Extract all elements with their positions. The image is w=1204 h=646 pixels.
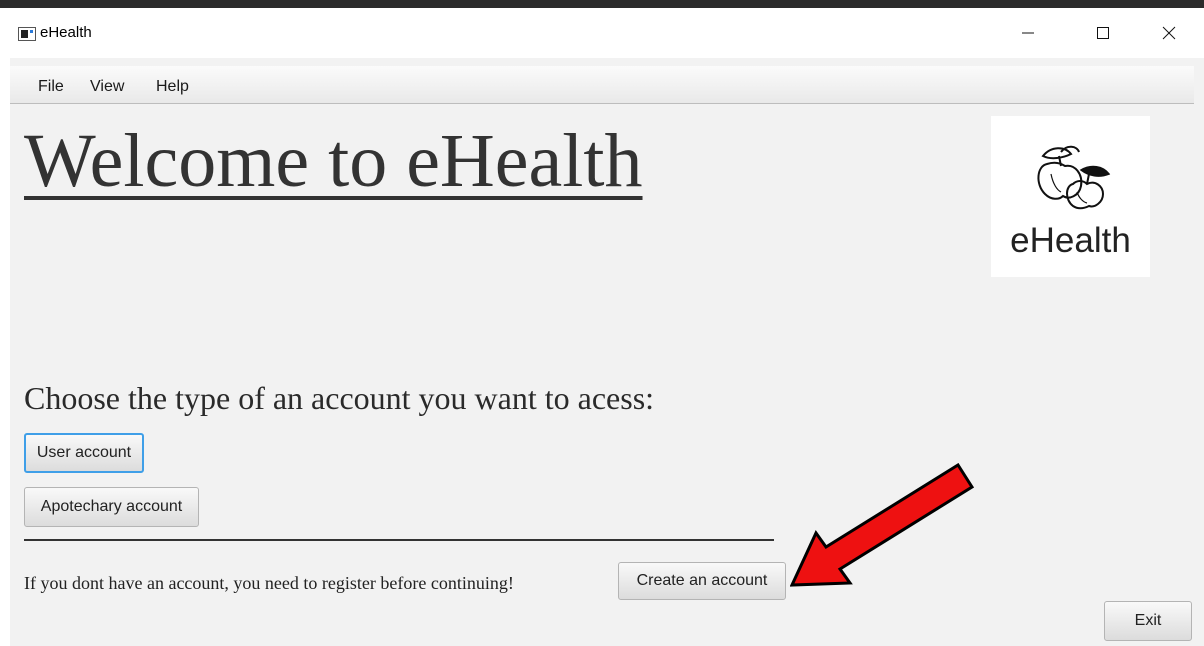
exit-button[interactable]: Exit (1104, 601, 1192, 641)
minimize-icon (1022, 32, 1034, 34)
register-hint: If you dont have an account, you need to… (24, 573, 514, 593)
screen-top-strip (0, 0, 1204, 8)
close-button[interactable] (1146, 8, 1192, 58)
user-account-button[interactable]: User account (24, 433, 144, 473)
red-arrow-icon (790, 463, 975, 587)
window-title: eHealth (40, 24, 92, 41)
apotechary-account-button[interactable]: Apotechary account (24, 487, 199, 527)
apples-icon (1037, 145, 1111, 210)
menu-bar: File View Help (10, 66, 1194, 104)
close-icon (1162, 26, 1176, 40)
menu-help[interactable]: Help (156, 78, 189, 96)
separator (24, 539, 774, 541)
welcome-heading: Welcome to eHealth (24, 119, 643, 203)
maximize-icon (1097, 27, 1109, 39)
app-window-icon (18, 27, 36, 41)
create-account-button[interactable]: Create an account (618, 562, 786, 600)
account-type-prompt: Choose the type of an account you want t… (24, 380, 655, 416)
menu-view[interactable]: View (90, 78, 124, 96)
window-content: File View Help Welcome to eHealth eHealt… (10, 58, 1204, 646)
maximize-button[interactable] (1080, 8, 1126, 58)
window-left-edge (0, 58, 10, 646)
logo-text: eHealth (1010, 221, 1131, 260)
ehealth-logo: eHealth (991, 116, 1150, 277)
menu-file[interactable]: File (38, 78, 64, 96)
minimize-button[interactable] (1005, 8, 1051, 58)
